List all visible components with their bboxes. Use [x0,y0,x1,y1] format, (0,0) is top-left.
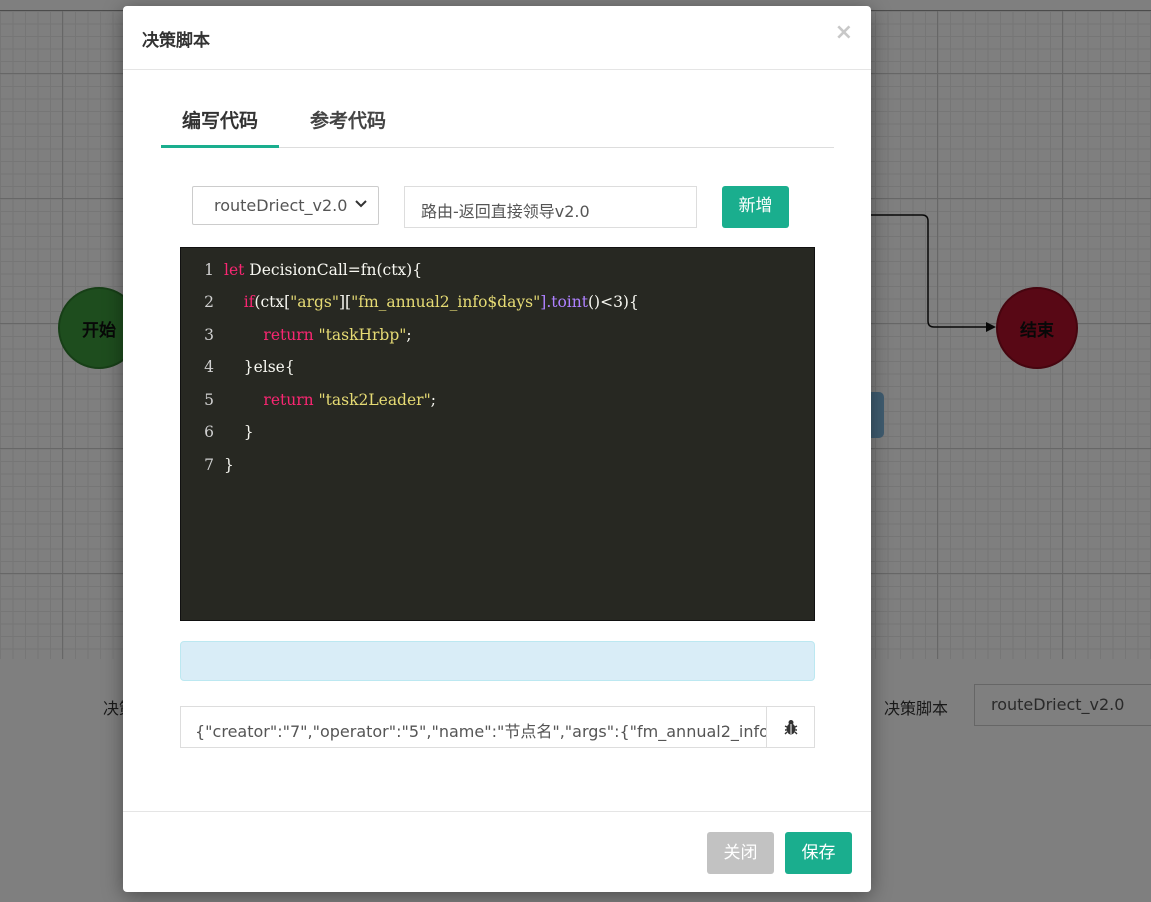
result-alert [180,641,815,681]
decision-script-modal: 决策脚本 × 编写代码 参考代码 routeDriect_v2.0 路由-返回直… [123,6,871,892]
line-number: 2 [204,293,214,311]
modal-header: 决策脚本 × [123,6,871,70]
close-icon[interactable]: × [835,20,853,45]
code-line: 2 if(ctx["args"]["fm_annual2_info$days"]… [181,293,814,325]
code-line: 6 } [181,423,814,455]
string-literal: "fm_annual2_info$days" [351,293,541,311]
string-literal: "args" [290,293,339,311]
code-text: }else{ [243,358,295,376]
code-text: } [243,423,254,441]
line-number: 1 [204,261,214,279]
code-text: ; [430,391,436,409]
tab-write-code[interactable]: 编写代码 [161,102,279,148]
function-name: toint [551,293,588,311]
line-number: 5 [204,391,214,409]
code-text: ][ [338,293,352,311]
code-text: (ctx[ [254,293,291,311]
code-line: 3 return "taskHrbp"; [181,326,814,358]
debug-button[interactable] [766,707,814,747]
code-text: ]. [540,293,552,311]
keyword: let [224,261,245,279]
modal-footer: 关闭 保存 [123,811,871,892]
keyword: if [243,293,255,311]
tab-reference-code[interactable]: 参考代码 [293,102,403,148]
code-line: 7 } [181,456,814,488]
tab-bar: 编写代码 参考代码 [161,102,834,148]
code-text: ; [406,326,412,344]
modal-title: 决策脚本 [142,31,210,51]
line-number: 4 [204,358,214,376]
code-line: 1 let DecisionCall=fn(ctx){ [181,261,814,293]
script-name-input[interactable]: 路由-返回直接领导v2.0 [404,186,697,228]
close-button[interactable]: 关闭 [707,832,774,874]
script-version-select[interactable]: routeDriect_v2.0 [192,186,379,225]
code-text: ()<3){ [587,293,639,311]
code-line: 4 }else{ [181,358,814,390]
code-text: } [224,456,234,474]
script-version-value: routeDriect_v2.0 [214,196,348,215]
line-number: 6 [204,423,214,441]
bug-icon [784,720,797,735]
keyword: return [263,391,314,409]
args-input-group: {"creator":"7","operator":"5","name":"节点… [180,706,815,748]
args-input[interactable]: {"creator":"7","operator":"5","name":"节点… [181,707,767,747]
code-text: DecisionCall=fn(ctx){ [244,261,423,279]
line-number: 7 [204,456,214,474]
chevron-down-icon [355,200,367,208]
add-button[interactable]: 新增 [722,186,789,228]
string-literal: "task2Leader" [318,391,431,409]
save-button[interactable]: 保存 [785,832,852,874]
string-literal: "taskHrbp" [318,326,407,344]
code-line: 5 return "task2Leader"; [181,391,814,423]
line-number: 3 [204,326,214,344]
keyword: return [263,326,314,344]
code-editor[interactable]: 1 let DecisionCall=fn(ctx){ 2 if(ctx["ar… [180,247,815,621]
